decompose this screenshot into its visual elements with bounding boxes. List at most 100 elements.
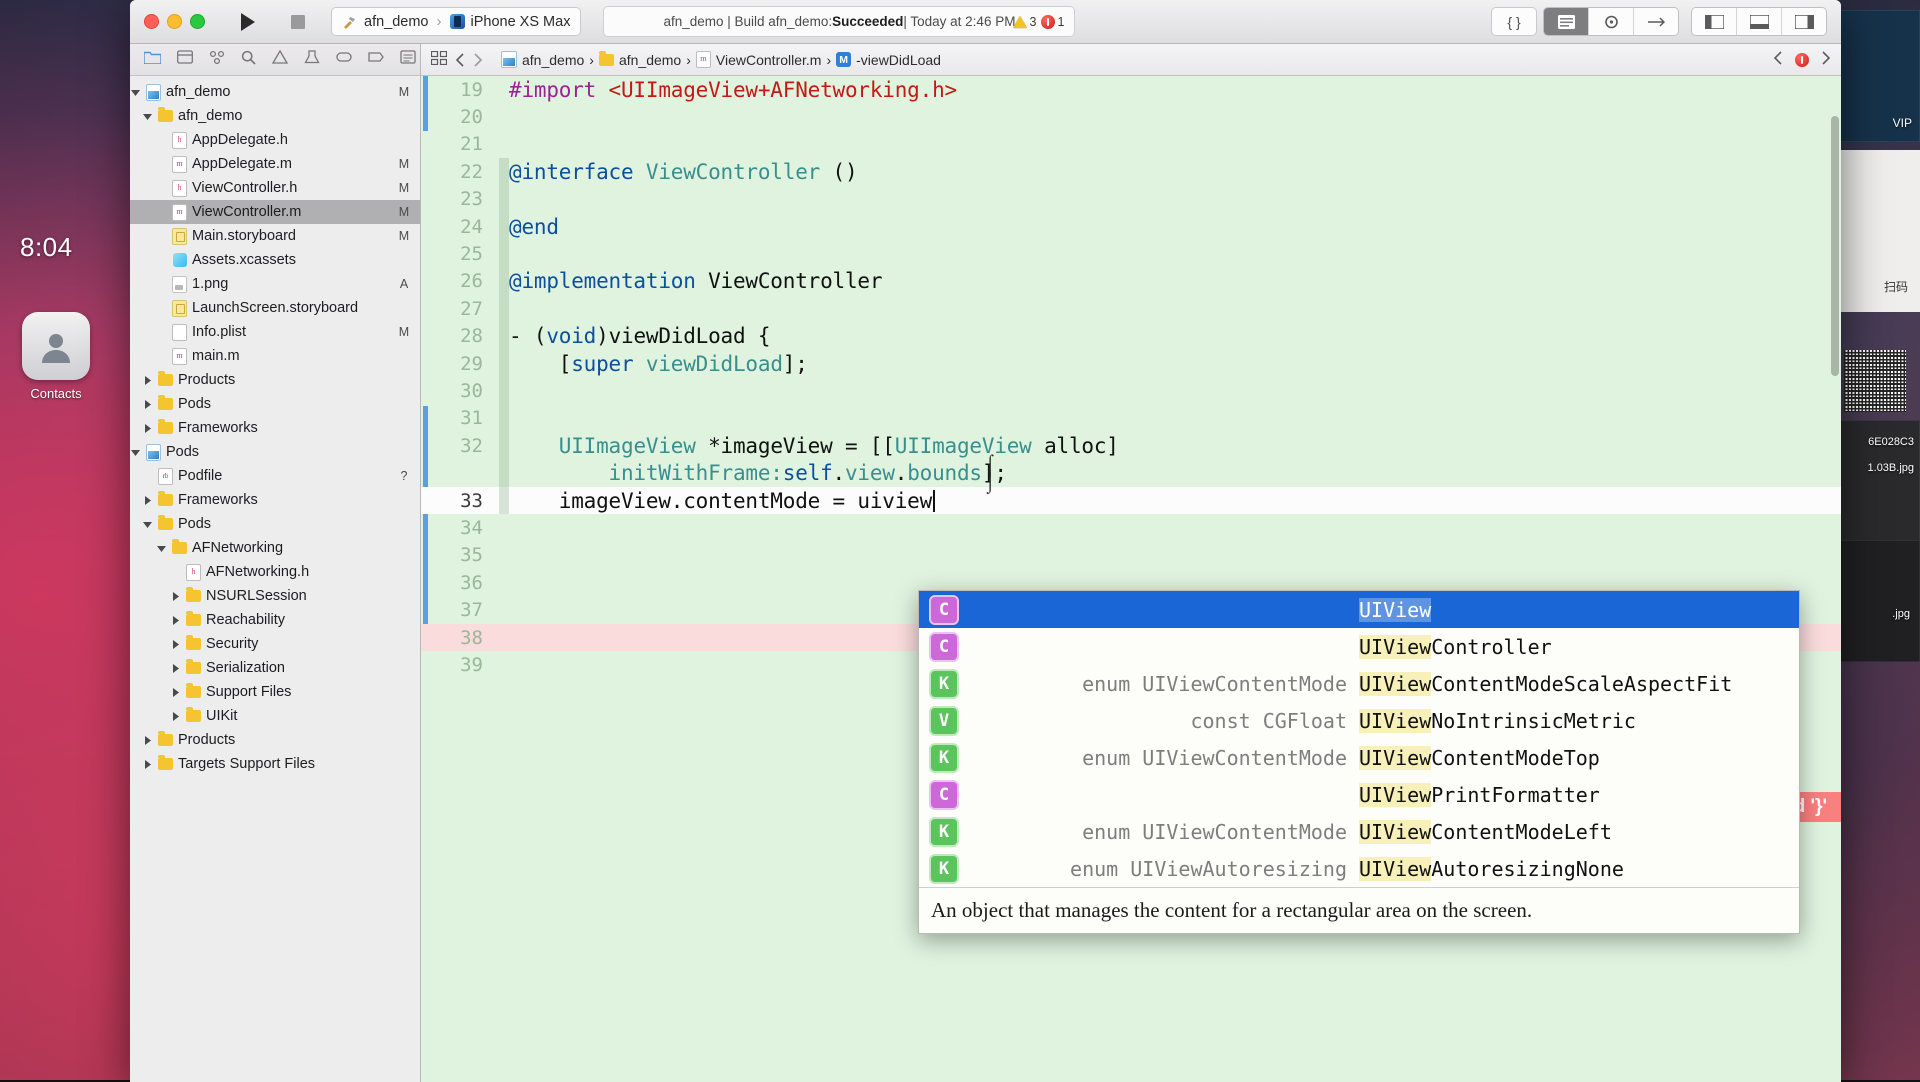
disclosure-triangle-icon[interactable] — [170, 639, 181, 649]
code-line[interactable]: 32 UIImageView *imageView = [[UIImageVie… — [421, 432, 1841, 460]
folder-icon[interactable] — [143, 50, 162, 69]
code-fold-ribbon[interactable] — [499, 76, 509, 103]
navigator-item-viewcontroller-h[interactable]: h ViewController.h M — [130, 176, 420, 200]
code-fold-ribbon[interactable] — [499, 212, 509, 241]
disclosure-triangle-icon[interactable] — [142, 735, 153, 745]
code-fold-ribbon[interactable] — [499, 486, 509, 515]
code-line[interactable]: 34 — [421, 514, 1841, 541]
navigator-item-security[interactable]: Security — [130, 632, 420, 656]
breadcrumb-item-project[interactable]: afn_demo — [501, 51, 584, 68]
disclosure-triangle-icon[interactable] — [156, 544, 167, 553]
navigator-item-products[interactable]: Products — [130, 368, 420, 392]
build-status-bar[interactable]: afn_demo | Build afn_demo: Succeeded | T… — [603, 6, 1076, 37]
stop-button[interactable] — [277, 9, 319, 35]
symbol-navigator-icon[interactable] — [209, 50, 225, 69]
code-fold-ribbon[interactable] — [499, 322, 509, 350]
code-line[interactable]: 29 [super viewDidLoad]; — [421, 349, 1841, 378]
navigator-item-afn-demo[interactable]: afn_demo — [130, 104, 420, 128]
vertical-scrollbar[interactable] — [1831, 116, 1839, 376]
warning-chip[interactable]: 3 — [1012, 15, 1037, 29]
code-line[interactable]: 33 imageView.contentMode = uiview — [421, 486, 1841, 515]
navigator-item-targets-support-files[interactable]: Targets Support Files — [130, 752, 420, 776]
disclosure-triangle-icon[interactable] — [170, 591, 181, 601]
autocomplete-list[interactable]: C UIView C UIViewController Kenum UIViewCont… — [919, 591, 1799, 887]
navigator-item-pods[interactable]: Pods — [130, 440, 420, 464]
code-line[interactable]: initWithFrame:self.view.bounds]; — [421, 459, 1841, 487]
run-button[interactable] — [227, 9, 269, 35]
panel-toggle-segmented[interactable] — [1691, 7, 1827, 36]
library-button[interactable]: { } — [1491, 7, 1537, 36]
navigator-item-podfile[interactable]: rb Podfile? — [130, 464, 420, 488]
navigator-selector-bar[interactable] — [130, 44, 420, 76]
code-fold-ribbon[interactable] — [499, 185, 509, 213]
code-line[interactable]: 35 — [421, 542, 1841, 569]
code-line[interactable]: 23 — [421, 185, 1841, 213]
navigator-item-frameworks[interactable]: Frameworks — [130, 488, 420, 512]
breadcrumb[interactable]: afn_demo › afn_demo › m ViewController.m… — [501, 50, 941, 68]
navigator-item-appdelegate-m[interactable]: m AppDelegate.m M — [130, 152, 420, 176]
navigator-item-afnetworking-h[interactable]: h AFNetworking.h — [130, 560, 420, 584]
debug-navigator-icon[interactable] — [336, 50, 352, 69]
disclosure-triangle-icon[interactable] — [130, 448, 141, 457]
disclosure-triangle-icon[interactable] — [142, 375, 153, 385]
code-fold-ribbon[interactable] — [499, 624, 509, 651]
code-line[interactable]: 28 - (void)viewDidLoad { — [421, 322, 1841, 350]
navigator-file-list[interactable]: afn_demo Mafn_demo h AppDelegate.h m AppDeleg… — [130, 76, 420, 1082]
code-line[interactable]: 30 — [421, 377, 1841, 405]
code-fold-ribbon[interactable] — [499, 295, 509, 323]
standard-editor-button[interactable] — [1544, 8, 1589, 35]
minimize-button[interactable] — [167, 14, 182, 29]
error-circle-icon[interactable] — [1795, 52, 1809, 67]
autocomplete-item[interactable]: Kenum UIViewAutoresizing UIViewAutoresizi… — [919, 850, 1799, 887]
navigator-item-serialization[interactable]: Serialization — [130, 656, 420, 680]
disclosure-triangle-icon[interactable] — [130, 88, 141, 97]
breakpoint-navigator-icon[interactable] — [368, 50, 384, 69]
navigator-item-support-files[interactable]: Support Files — [130, 680, 420, 704]
code-line[interactable]: 19 #import <UIImageView+AFNetworking.h> — [421, 76, 1841, 103]
search-icon[interactable] — [241, 50, 256, 70]
toggle-navigator-button[interactable] — [1692, 8, 1737, 35]
autocomplete-item[interactable]: Kenum UIViewContentMode UIViewContentMode… — [919, 813, 1799, 850]
code-fold-ribbon[interactable] — [499, 349, 509, 378]
navigator-item-nsurlsession[interactable]: NSURLSession — [130, 584, 420, 608]
code-line[interactable]: 22 @interface ViewController () — [421, 158, 1841, 186]
autocomplete-item[interactable]: Vconst CGFloat UIViewNoIntrinsicMetric — [919, 702, 1799, 739]
navigator-item-pods[interactable]: Pods — [130, 392, 420, 416]
next-issue-button[interactable] — [1821, 51, 1831, 68]
jump-bar[interactable]: afn_demo › afn_demo › m ViewController.m… — [421, 44, 1841, 76]
code-fold-ribbon[interactable] — [499, 542, 509, 569]
code-line[interactable]: 31 — [421, 404, 1841, 433]
autocomplete-item[interactable]: C UIViewPrintFormatter — [919, 776, 1799, 813]
code-line[interactable]: 27 — [421, 295, 1841, 323]
navigator-item-frameworks[interactable]: Frameworks — [130, 416, 420, 440]
breadcrumb-item-method[interactable]: M -viewDidLoad — [836, 52, 941, 68]
error-chip[interactable]: 1 — [1040, 14, 1064, 29]
code-line[interactable]: 21 — [421, 131, 1841, 158]
code-fold-ribbon[interactable] — [499, 651, 509, 678]
breadcrumb-item-file[interactable]: m ViewController.m — [695, 51, 821, 68]
scheme-selector[interactable]: afn_demo › iPhone XS Max — [331, 7, 582, 36]
test-navigator-icon[interactable] — [304, 50, 320, 69]
navigator-item-appdelegate-h[interactable]: h AppDelegate.h — [130, 128, 420, 152]
code-fold-ribbon[interactable] — [499, 103, 509, 130]
report-navigator-icon[interactable] — [400, 50, 416, 69]
assistant-editor-button[interactable] — [1589, 8, 1634, 35]
related-items-icon[interactable] — [430, 50, 448, 68]
code-line[interactable]: 20 — [421, 103, 1841, 130]
toggle-debug-area-button[interactable] — [1737, 8, 1782, 35]
navigator-item-afn-demo[interactable]: afn_demo M — [130, 80, 420, 104]
disclosure-triangle-icon[interactable] — [170, 711, 181, 721]
autocomplete-item[interactable]: Kenum UIViewContentMode UIViewContentMode… — [919, 739, 1799, 776]
source-control-icon[interactable] — [177, 50, 193, 69]
disclosure-triangle-icon[interactable] — [142, 399, 153, 409]
close-button[interactable] — [144, 14, 159, 29]
navigator-item-viewcontroller-m[interactable]: m ViewController.m M — [130, 200, 420, 224]
forward-button[interactable] — [473, 52, 483, 67]
navigator-item-main-m[interactable]: m main.m — [130, 344, 420, 368]
navigator-item-afnetworking[interactable]: AFNetworking — [130, 536, 420, 560]
autocomplete-popup[interactable]: C UIView C UIViewController Kenum UIViewCont… — [918, 590, 1800, 934]
navigator-item-pods[interactable]: Pods — [130, 512, 420, 536]
code-line[interactable]: 25 — [421, 240, 1841, 268]
code-line[interactable]: 26 @implementation ViewController — [421, 267, 1841, 296]
code-fold-ribbon[interactable] — [499, 267, 509, 296]
